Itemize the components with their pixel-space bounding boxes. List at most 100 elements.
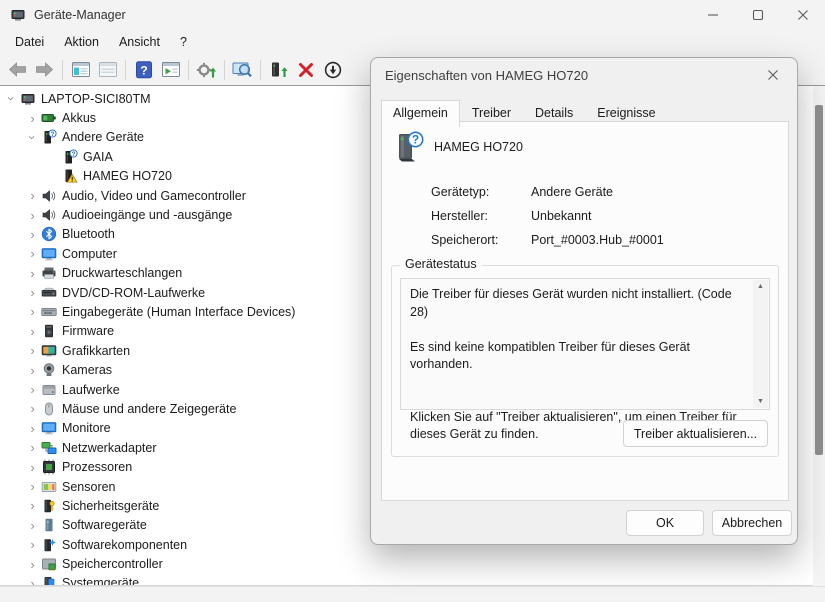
speaker-icon <box>40 188 57 204</box>
ok-button[interactable]: OK <box>626 510 704 536</box>
tree-item-systemgerate[interactable]: › Systemgeräte <box>0 574 825 586</box>
tree-item-label: Akkus <box>62 111 96 125</box>
expander-collapsed-icon[interactable]: › <box>25 247 40 260</box>
expander-collapsed-icon[interactable]: › <box>25 305 40 318</box>
tree-item-label: Netzwerkadapter <box>62 441 157 455</box>
expander-collapsed-icon[interactable]: › <box>25 189 40 202</box>
dialog-close-icon[interactable] <box>759 62 787 88</box>
toolbar-separator <box>260 60 261 80</box>
expander-collapsed-icon[interactable]: › <box>25 480 40 493</box>
svg-text:?: ? <box>50 132 54 138</box>
tree-item-label: Softwarekomponenten <box>62 538 187 552</box>
expander-collapsed-icon[interactable]: › <box>25 325 40 338</box>
disable-device-button[interactable] <box>319 57 346 82</box>
arrow-right-icon <box>34 61 55 78</box>
tab-details[interactable]: Details <box>523 101 585 126</box>
update-driver-button[interactable]: Treiber aktualisieren... <box>623 420 768 447</box>
expander-collapsed-icon[interactable]: › <box>25 519 40 532</box>
dialog-title: Eigenschaften von HAMEG HO720 <box>385 68 759 83</box>
field-hersteller: Hersteller:Unbekannt <box>431 204 664 228</box>
expander-collapsed-icon[interactable]: › <box>25 112 40 125</box>
field-geratetyp: Gerätetyp:Andere Geräte <box>431 180 664 204</box>
expander-expanded-icon[interactable]: › <box>5 91 18 106</box>
tree-item-label: HAMEG HO720 <box>83 169 172 183</box>
field-value: Port_#0003.Hub_#0001 <box>531 233 664 247</box>
update-driver-button[interactable] <box>193 57 220 82</box>
speaker-icon <box>40 207 57 223</box>
expander-collapsed-icon[interactable]: › <box>25 558 40 571</box>
status-bar <box>0 586 825 602</box>
svg-text:?: ? <box>71 152 75 158</box>
tree-item-label: Systemgeräte <box>62 576 139 586</box>
tab-ereignisse[interactable]: Ereignisse <box>585 101 667 126</box>
expander-collapsed-icon[interactable]: › <box>25 461 40 474</box>
scan-hardware-changes-button[interactable] <box>229 57 256 82</box>
printer-icon <box>40 265 57 281</box>
expander-collapsed-icon[interactable]: › <box>25 577 40 586</box>
close-icon[interactable] <box>780 0 825 30</box>
show-console-tree-button[interactable] <box>67 57 94 82</box>
expander-collapsed-icon[interactable]: › <box>25 441 40 454</box>
expander-expanded-icon[interactable]: › <box>26 130 39 145</box>
field-speicherort: Speicherort:Port_#0003.Hub_#0001 <box>431 228 664 252</box>
keyboard-icon <box>40 304 57 320</box>
storage-controller-icon <box>40 556 57 572</box>
tree-item-label: Kameras <box>62 363 112 377</box>
tab-allgemein[interactable]: Allgemein <box>381 100 460 127</box>
field-label: Speicherort: <box>431 233 531 247</box>
window-title: Geräte-Manager <box>34 8 126 22</box>
scroll-down-icon[interactable]: ▼ <box>757 398 764 405</box>
window-properties-icon <box>98 61 118 78</box>
tree-item-speichercontroller[interactable]: ›Speichercontroller <box>0 554 825 573</box>
expander-collapsed-icon[interactable]: › <box>25 383 40 396</box>
menu-aktion[interactable]: Aktion <box>54 32 109 52</box>
expander-collapsed-icon[interactable]: › <box>25 364 40 377</box>
tree-item-label: Audioeingänge und -ausgänge <box>62 208 232 222</box>
gear-update-icon <box>196 61 217 79</box>
tree-item-label: Mäuse und andere Zeigegeräte <box>62 402 236 416</box>
monitor-scan-icon <box>232 61 253 79</box>
window-controls <box>690 0 825 30</box>
tree-item-label: Sicherheitsgeräte <box>62 499 159 513</box>
help-button[interactable]: ? <box>130 57 157 82</box>
expander-collapsed-icon[interactable]: › <box>25 267 40 280</box>
device-update-icon <box>268 61 289 79</box>
scroll-up-icon[interactable]: ▲ <box>757 283 764 290</box>
update-driver-software-button[interactable] <box>265 57 292 82</box>
expander-collapsed-icon[interactable]: › <box>25 422 40 435</box>
expander-collapsed-icon[interactable]: › <box>25 209 40 222</box>
tree-scrollbar[interactable] <box>813 86 825 586</box>
monitor-icon <box>40 246 57 262</box>
menu-ansicht[interactable]: Ansicht <box>109 32 170 52</box>
svg-text:?: ? <box>412 133 419 147</box>
expander-collapsed-icon[interactable]: › <box>25 402 40 415</box>
system-devices-icon <box>40 575 57 586</box>
cancel-button[interactable]: Abbrechen <box>712 510 792 536</box>
menu-help[interactable]: ? <box>170 32 197 52</box>
expander-collapsed-icon[interactable]: › <box>25 286 40 299</box>
properties-button[interactable] <box>94 57 121 82</box>
device-header: ? HAMEG HO720 <box>391 130 523 164</box>
uninstall-device-button[interactable] <box>292 57 319 82</box>
toolbar-separator <box>62 60 63 80</box>
menu-datei[interactable]: Datei <box>5 32 54 52</box>
expander-collapsed-icon[interactable]: › <box>25 228 40 241</box>
tree-item-label: Computer <box>62 247 117 261</box>
expander-collapsed-icon[interactable]: › <box>25 344 40 357</box>
window-tree-icon <box>71 61 91 78</box>
help-icon: ? <box>134 61 154 79</box>
security-icon <box>40 498 57 514</box>
tree-item-label: Andere Geräte <box>62 130 144 144</box>
unknown-device-icon: ? <box>40 129 57 145</box>
tree-item-label: GAIA <box>83 150 113 164</box>
tab-treiber[interactable]: Treiber <box>460 101 523 126</box>
minimize-icon[interactable] <box>690 0 735 30</box>
expander-collapsed-icon[interactable]: › <box>25 538 40 551</box>
maximize-icon[interactable] <box>735 0 780 30</box>
tree-scrollbar-thumb[interactable] <box>815 105 823 455</box>
arrow-left-icon <box>7 61 28 78</box>
expander-collapsed-icon[interactable]: › <box>25 499 40 512</box>
warning-device-icon <box>61 168 78 184</box>
status-scrollbar[interactable]: ▲ ▼ <box>753 280 768 408</box>
action-pane-button[interactable] <box>157 57 184 82</box>
